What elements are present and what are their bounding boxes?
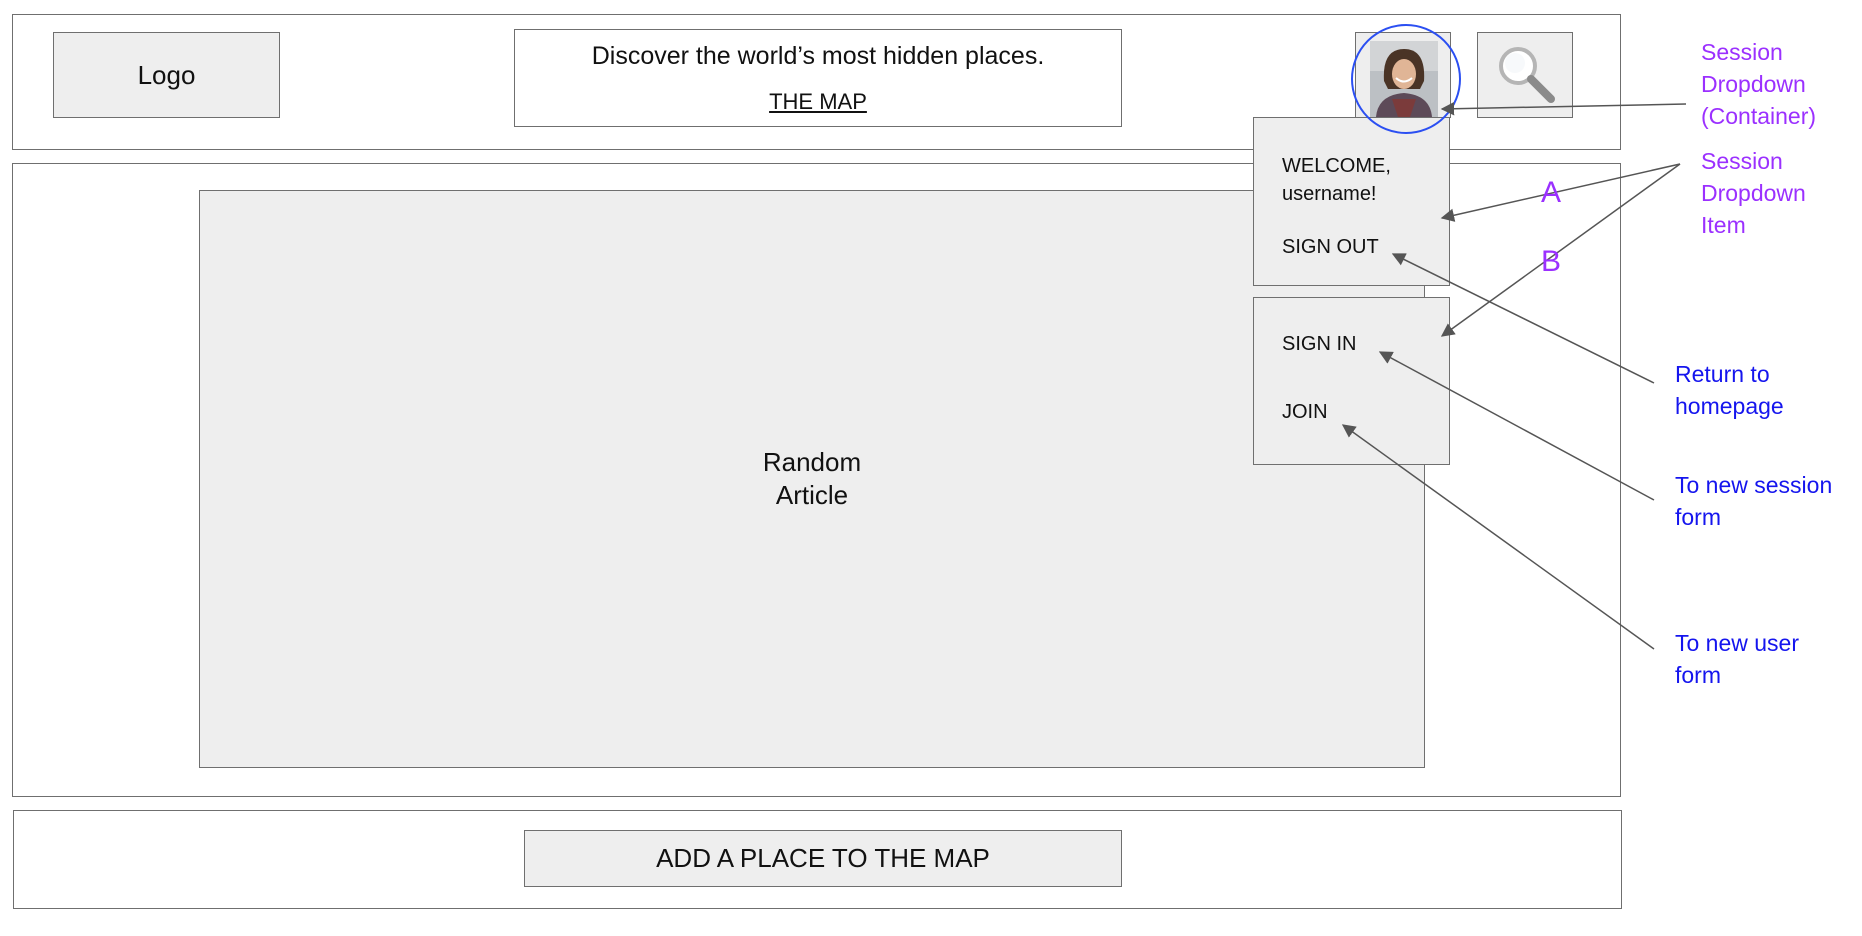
the-map-link[interactable]: THE MAP	[769, 89, 867, 115]
tagline-box: Discover the world’s most hidden places.…	[514, 29, 1122, 127]
article-label-line2: Article	[775, 480, 849, 510]
add-place-label: ADD A PLACE TO THE MAP	[656, 843, 990, 873]
annotation-session-dropdown-container: Session Dropdown (Container)	[1701, 39, 1817, 129]
add-place-button[interactable]: ADD A PLACE TO THE MAP	[524, 830, 1122, 887]
sign-in-link[interactable]: SIGN IN	[1282, 330, 1356, 358]
magnifier-icon	[1499, 47, 1555, 103]
logo[interactable]: Logo	[53, 32, 280, 118]
user-avatar[interactable]	[1370, 41, 1438, 117]
join-link[interactable]: JOIN	[1282, 398, 1328, 426]
article-label-line1: Random	[762, 447, 862, 477]
logo-label: Logo	[137, 59, 196, 90]
annotation-session-dropdown-item: Session Dropdown Item	[1701, 148, 1806, 238]
welcome-line1: WELCOME,	[1282, 155, 1391, 177]
tagline: Discover the world’s most hidden places.	[591, 41, 1045, 70]
session-dropdown-item-a: WELCOME, username! SIGN OUT	[1253, 117, 1450, 286]
annotation-new-session-form: To new session form	[1675, 472, 1833, 530]
sign-out-link[interactable]: SIGN OUT	[1282, 233, 1379, 261]
search-button[interactable]	[1477, 32, 1573, 118]
annotation-letter-b: B	[1541, 245, 1562, 278]
welcome-username: username!	[1282, 183, 1377, 205]
session-dropdown-item-b: SIGN IN JOIN	[1253, 297, 1450, 465]
random-article[interactable]: Random Article	[199, 190, 1425, 768]
annotation-letter-a: A	[1541, 176, 1562, 209]
annotation-return-homepage: Return to homepage	[1675, 361, 1784, 419]
annotation-new-user-form: To new user form	[1675, 630, 1800, 688]
